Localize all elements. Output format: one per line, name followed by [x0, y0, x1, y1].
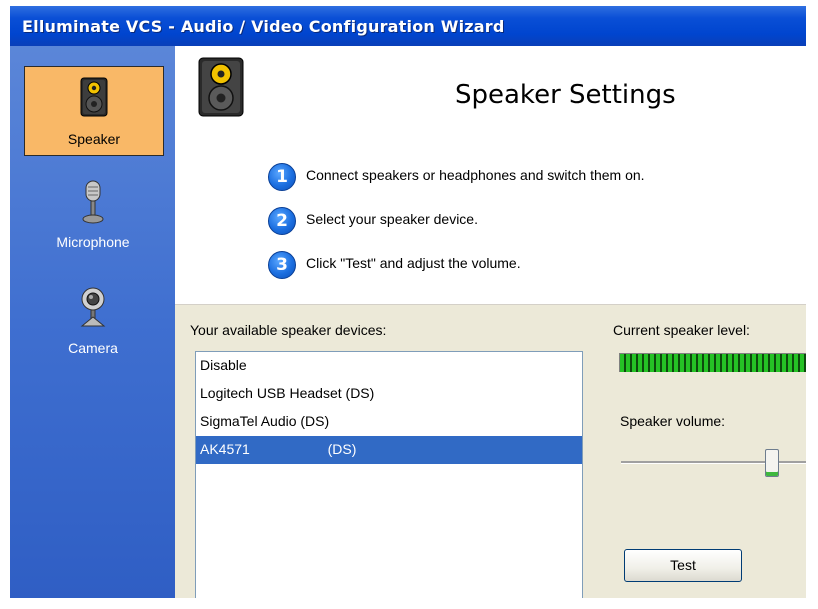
speaker-volume-slider[interactable] [621, 449, 806, 477]
sidebar: Speaker Microphone Camera [10, 46, 175, 600]
speaker-icon [80, 77, 108, 117]
devices-label: Your available speaker devices: [190, 322, 387, 338]
list-item[interactable]: Disable [196, 352, 582, 380]
speaker-icon [198, 57, 244, 117]
sidebar-item-microphone[interactable]: Microphone [24, 172, 162, 260]
main-panel: Speaker Settings 1 Connect speakers or h… [175, 46, 806, 600]
microphone-icon [82, 180, 104, 224]
step-text: Click "Test" and adjust the volume. [306, 255, 521, 271]
sidebar-item-label: Speaker [67, 131, 121, 147]
webcam-icon [80, 287, 106, 327]
sidebar-item-label: Microphone [56, 234, 130, 250]
list-item[interactable]: Logitech USB Headset (DS) [196, 380, 582, 408]
sidebar-item-camera[interactable]: Camera [24, 278, 162, 366]
list-item-label: AK4571 (DS) [200, 441, 357, 457]
list-item-label: Logitech USB Headset (DS) [200, 385, 375, 401]
page-title: Speaker Settings [455, 80, 676, 110]
speaker-volume-label: Speaker volume: [620, 413, 726, 429]
sidebar-item-label: Camera [68, 340, 118, 356]
list-item-label: SigmaTel Audio (DS) [200, 413, 330, 429]
step-text: Connect speakers or headphones and switc… [306, 167, 645, 183]
speaker-device-list[interactable]: Disable Logitech USB Headset (DS) SigmaT… [195, 351, 583, 600]
slider-thumb[interactable] [764, 449, 779, 477]
step-number-badge: 2 [268, 207, 296, 235]
speaker-level-meter-fill [620, 354, 806, 372]
torn-edge-bottom [0, 598, 818, 609]
title-bar: Elluminate VCS - Audio / Video Configura… [10, 6, 806, 46]
step-number-badge: 1 [268, 163, 296, 191]
test-button[interactable]: Test [624, 549, 742, 582]
speaker-level-label: Current speaker level: [613, 322, 750, 338]
list-item-label: Disable [200, 357, 247, 373]
window-title: Elluminate VCS - Audio / Video Configura… [22, 17, 505, 36]
list-item-selected[interactable]: AK4571 (DS) [196, 436, 582, 464]
wizard-window: Elluminate VCS - Audio / Video Configura… [10, 6, 806, 600]
torn-edge-right [806, 0, 818, 609]
step-number-badge: 3 [268, 251, 296, 279]
settings-panel: Your available speaker devices: Disable … [175, 304, 806, 600]
speaker-level-meter [619, 353, 806, 372]
sidebar-item-speaker[interactable]: Speaker [24, 66, 164, 156]
list-item[interactable]: SigmaTel Audio (DS) [196, 408, 582, 436]
step-text: Select your speaker device. [306, 211, 478, 227]
